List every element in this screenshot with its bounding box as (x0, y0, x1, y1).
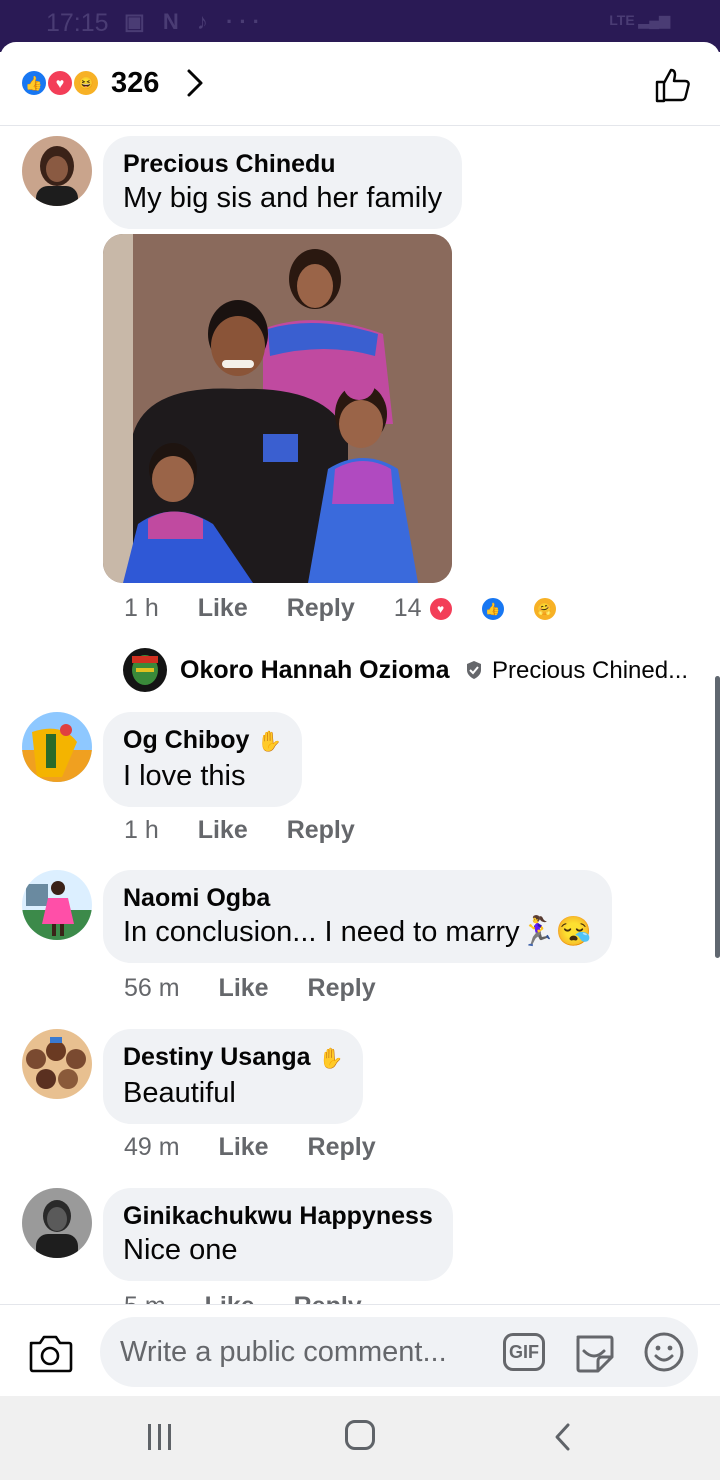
comment-bubble[interactable]: Ginikachukwu Happyness Nice one (103, 1188, 453, 1281)
comment-actions: 5 m Like Reply (124, 1292, 394, 1304)
comment-time: 49 m (124, 1133, 180, 1161)
scrollbar[interactable] (715, 676, 720, 958)
reaction-count[interactable]: 326 (111, 67, 159, 100)
avatar[interactable] (22, 1029, 92, 1099)
comment-text: I love this (123, 760, 246, 792)
avatar[interactable] (22, 712, 92, 782)
comment-photo[interactable] (103, 234, 452, 583)
wave-badge-icon: ✋ (257, 731, 283, 753)
system-nav-bar (0, 1396, 720, 1480)
notification-icons: ▣ N ♪ ··· (124, 9, 266, 34)
like-button[interactable]: Like (205, 1292, 255, 1304)
avatar[interactable] (22, 136, 92, 206)
avatar[interactable] (123, 648, 167, 692)
comment-bubble[interactable]: Naomi Ogba In conclusion... I need to ma… (103, 870, 612, 963)
comment-author[interactable]: Precious Chinedu (123, 149, 442, 179)
comment-author[interactable]: Destiny Usanga (123, 1043, 311, 1071)
haha-reaction-icon: 😆 (72, 69, 100, 97)
love-reaction-icon: ♥ (427, 596, 454, 623)
comment-author-row: Og Chiboy ✋ (123, 725, 282, 757)
like-reaction-icon: 👍 (479, 596, 506, 623)
comment-actions: 56 m Like Reply (124, 974, 408, 1003)
comment-composer: GIF (0, 1304, 720, 1396)
comment-time: 1 h (124, 594, 159, 622)
reply-preview[interactable]: Okoro Hannah Ozioma Precious Chined... (123, 648, 713, 692)
reply-button[interactable]: Reply (294, 1292, 362, 1304)
reply-button[interactable]: Reply (287, 594, 355, 623)
network-indicator: LTE ▂▄▆ (609, 12, 670, 28)
comment-author[interactable]: Naomi Ogba (123, 883, 592, 913)
avatar[interactable] (22, 870, 92, 940)
reaction-icons: 👍 ♥ 😆 (20, 69, 110, 97)
recent-apps-icon[interactable] (145, 1424, 175, 1450)
reply-button[interactable]: Reply (308, 1133, 376, 1162)
comments-sheet: 👍 ♥ 😆 326 Precious Chinedu My big sis an… (0, 42, 720, 1304)
sticker-icon[interactable] (572, 1331, 616, 1375)
comment-bubble[interactable]: Precious Chinedu My big sis and her fami… (103, 136, 463, 229)
comment-author[interactable]: Og Chiboy (123, 726, 249, 754)
comment-input-container: GIF (100, 1317, 698, 1387)
camera-icon[interactable] (27, 1333, 73, 1373)
like-button[interactable]: Like (198, 816, 248, 845)
reply-snippet: Precious Chined... (492, 657, 689, 684)
comment-actions: 1 h Like Reply 14 ♥ 👍 🤗 (124, 594, 590, 623)
comment-text: Beautiful (123, 1077, 236, 1109)
like-button[interactable]: Like (198, 594, 248, 623)
comment-text: Nice one (123, 1234, 238, 1266)
like-outline-icon[interactable] (654, 66, 692, 104)
comment-bubble[interactable]: Og Chiboy ✋ I love this (103, 712, 303, 807)
comment-actions: 1 h Like Reply (124, 816, 387, 845)
reply-author[interactable]: Okoro Hannah Ozioma (180, 656, 449, 685)
back-icon[interactable] (552, 1422, 574, 1452)
love-reaction-icon: ♥ (46, 69, 74, 97)
care-reaction-icon: 🤗 (531, 596, 558, 623)
comment-text: In conclusion... I need to marry🏃‍♀️😪 (123, 916, 592, 948)
comment-time: 56 m (124, 974, 180, 1002)
avatar[interactable] (22, 1188, 92, 1258)
comment-reaction-count[interactable]: 14 (394, 594, 422, 623)
reply-button[interactable]: Reply (308, 974, 376, 1003)
comment-bubble[interactable]: Destiny Usanga ✋ Beautiful (103, 1029, 364, 1124)
like-button[interactable]: Like (219, 974, 269, 1003)
comment-input[interactable] (120, 1317, 480, 1387)
comment-actions: 49 m Like Reply (124, 1133, 408, 1162)
status-time: 17:15 (46, 9, 109, 37)
wave-badge-icon: ✋ (318, 1048, 344, 1070)
comment-time: 1 h (124, 816, 159, 844)
comment-author[interactable]: Ginikachukwu Happyness (123, 1201, 433, 1231)
chevron-right-icon[interactable] (184, 68, 206, 98)
comment-text: My big sis and her family (123, 182, 443, 214)
emoji-icon[interactable] (643, 1331, 685, 1373)
gif-button[interactable]: GIF (503, 1333, 545, 1371)
verified-icon (467, 661, 481, 679)
like-reaction-icon: 👍 (20, 69, 48, 97)
comment-author-row: Destiny Usanga ✋ (123, 1042, 343, 1074)
reply-button[interactable]: Reply (287, 816, 355, 845)
home-icon[interactable] (345, 1420, 375, 1450)
reactions-header[interactable]: 👍 ♥ 😆 326 (0, 42, 720, 126)
comment-time: 5 m (124, 1292, 166, 1304)
like-button[interactable]: Like (219, 1133, 269, 1162)
